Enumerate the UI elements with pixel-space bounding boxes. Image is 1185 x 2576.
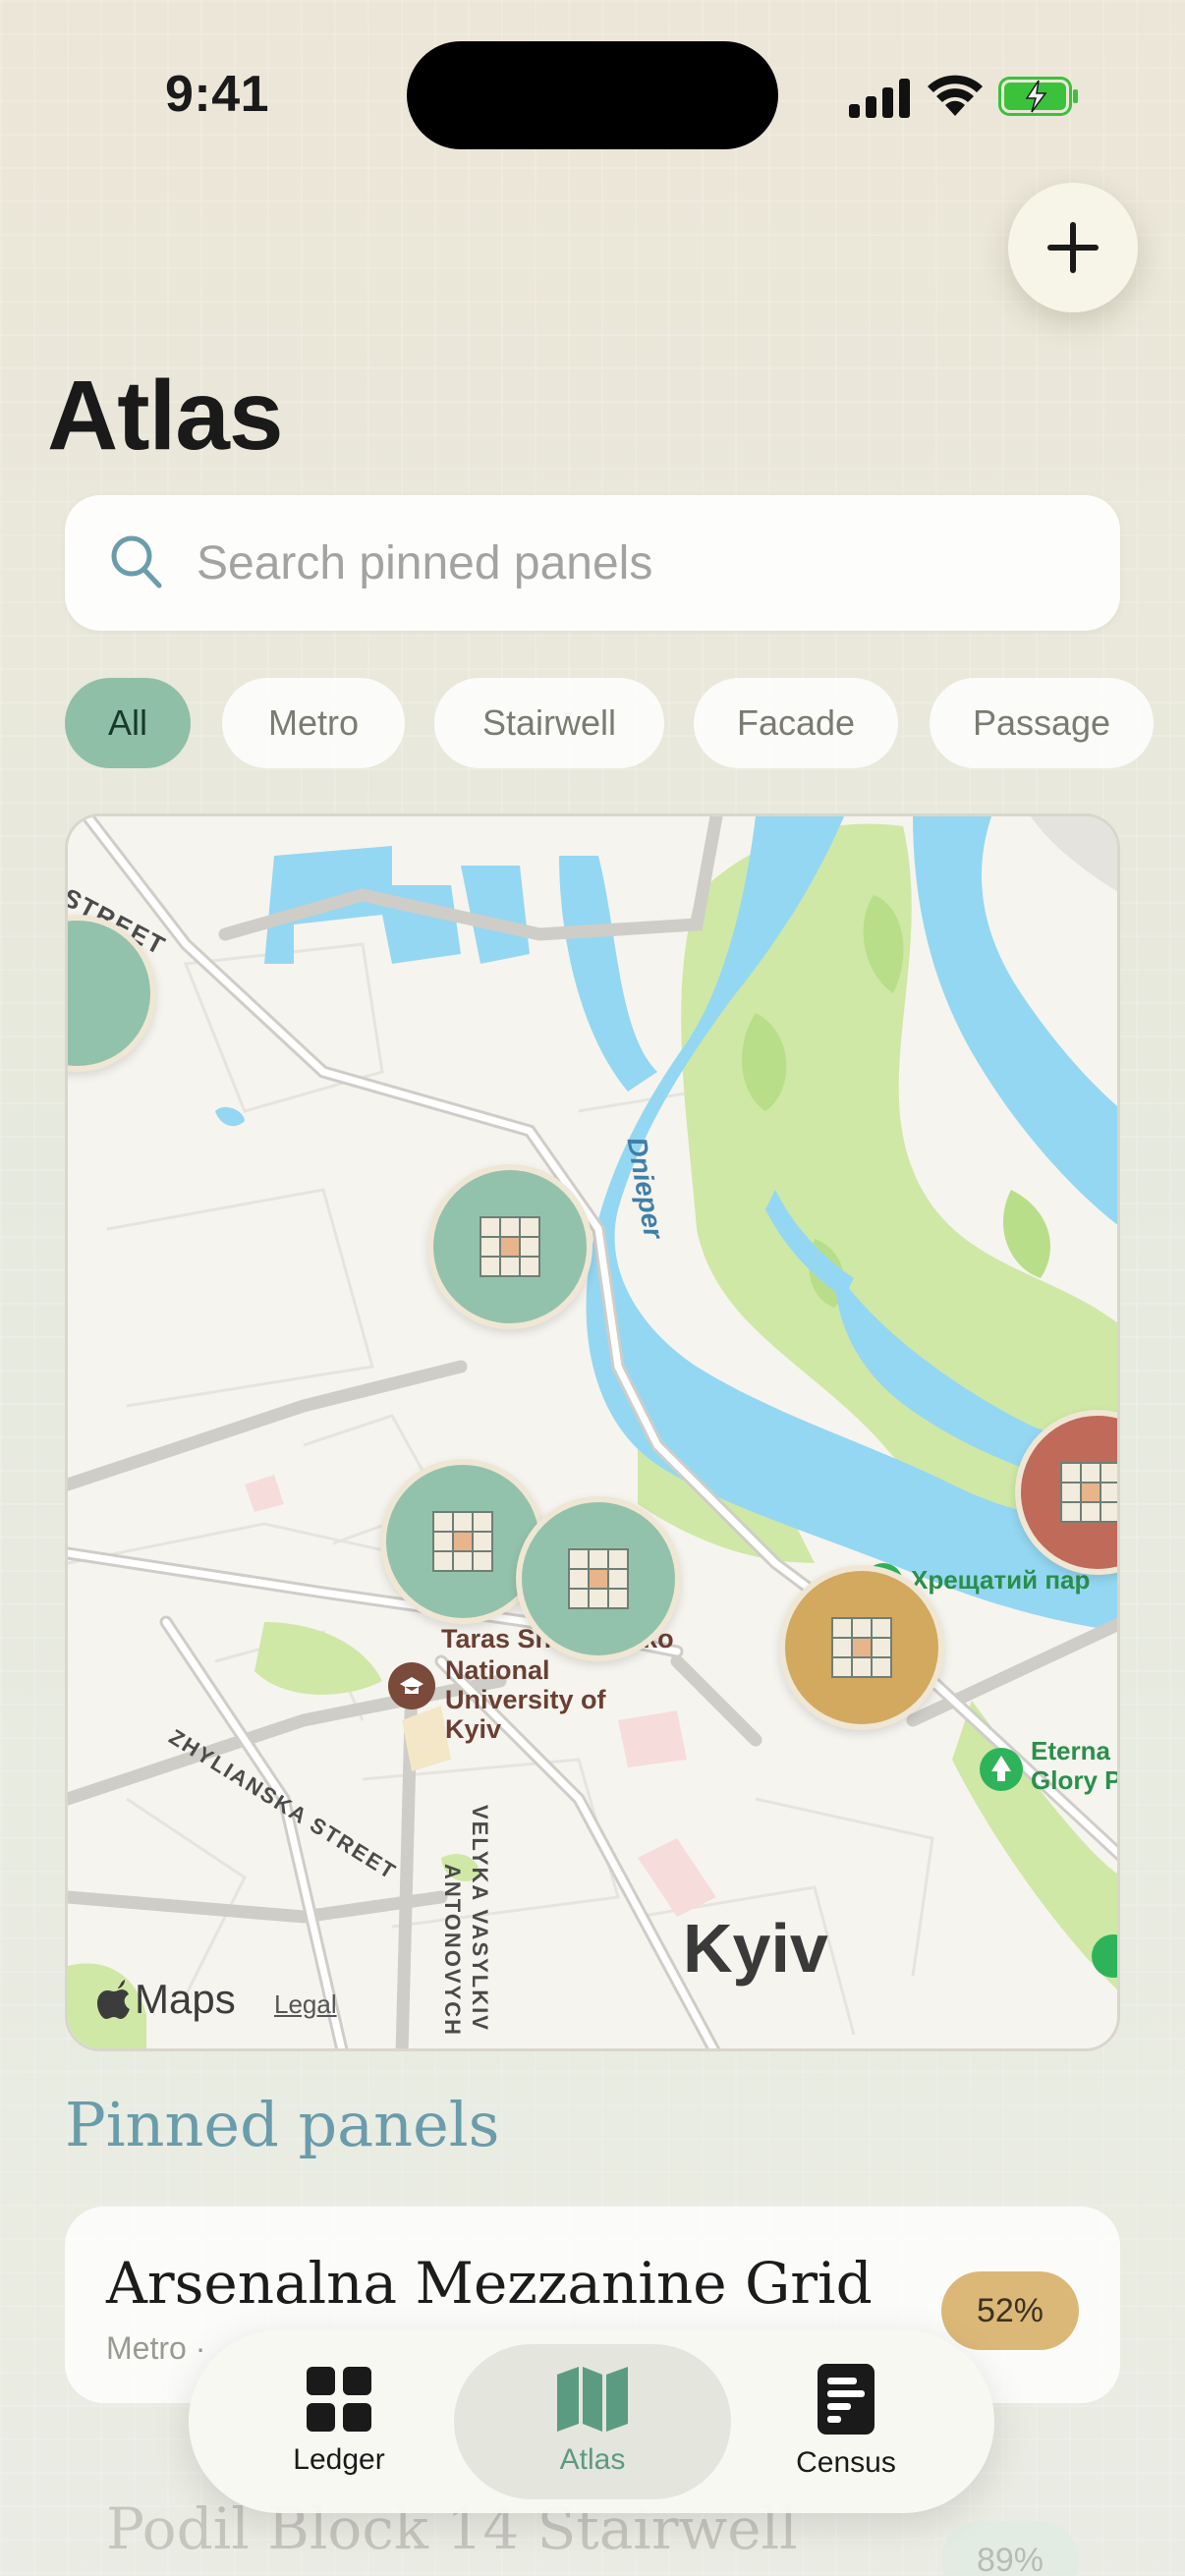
add-button[interactable] <box>1008 183 1138 312</box>
map-label-park: Хрещатий пар <box>911 1565 1091 1595</box>
panel-grid-icon <box>480 1216 540 1277</box>
filter-chip-stairwell[interactable]: Stairwell <box>434 678 664 768</box>
filter-chip-facade[interactable]: Facade <box>694 678 898 768</box>
filter-chip-metro[interactable]: Metro <box>222 678 405 768</box>
search-icon <box>111 535 162 588</box>
cellular-signal-icon <box>849 79 910 118</box>
pinned-panel-subtitle: Metro · <box>106 2330 206 2366</box>
map-label-university-4: Kyiv <box>445 1714 502 1744</box>
map-tiles <box>68 816 1117 2048</box>
dynamic-island <box>407 41 778 149</box>
filter-chip-all[interactable]: All <box>65 678 191 768</box>
page-title: Atlas <box>47 361 284 471</box>
pinned-panels-heading: Pinned panels <box>65 2089 500 2160</box>
tab-ledger[interactable]: Ledger <box>210 2344 468 2499</box>
map-pin[interactable] <box>427 1164 592 1329</box>
pinned-panel-name: Arsenalna Mezzanine Grid <box>106 2250 873 2317</box>
tab-atlas-label: Atlas <box>559 2443 626 2476</box>
tab-census[interactable]: Census <box>717 2344 975 2499</box>
plus-icon <box>1047 222 1099 273</box>
map-pin[interactable] <box>779 1565 944 1730</box>
wifi-icon <box>928 75 983 116</box>
progress-badge: 52% <box>941 2271 1079 2350</box>
map-label-university-3: University of <box>445 1685 606 1714</box>
maps-provider: Maps <box>135 1976 236 2022</box>
status-time: 9:41 <box>165 66 270 123</box>
tab-atlas[interactable]: Atlas <box>454 2344 731 2499</box>
apple-logo-icon <box>97 1980 130 2019</box>
search-input[interactable] <box>197 531 1081 595</box>
tab-ledger-label: Ledger <box>293 2443 385 2476</box>
panel-grid-icon <box>568 1548 629 1609</box>
map-label-university-2: National <box>445 1655 550 1685</box>
map-label-antonovych: ANTONOVYCH <box>440 1864 465 2038</box>
document-icon <box>818 2364 875 2435</box>
battery-charging-icon <box>998 77 1078 116</box>
map-label-velyka: VELYKA VASYLKIV <box>468 1805 492 2032</box>
panel-grid-icon <box>831 1617 892 1678</box>
filter-chip-passage[interactable]: Passage <box>930 678 1154 768</box>
tab-census-label: Census <box>796 2446 896 2479</box>
maps-attribution: Maps <box>97 1976 236 2023</box>
map-pin[interactable] <box>516 1496 681 1661</box>
map-label-eternal-2: Glory P <box>1031 1765 1120 1795</box>
panel-grid-icon <box>1060 1462 1117 1523</box>
legal-link[interactable]: Legal <box>274 1989 337 2020</box>
map-label-city: Kyiv <box>683 1910 828 1987</box>
map-view[interactable]: STREET Dnieper Taras Shevchenko National… <box>65 813 1120 2051</box>
progress-badge: 89% <box>941 2521 1079 2576</box>
panel-grid-icon <box>432 1511 493 1572</box>
map-icon <box>557 2367 628 2432</box>
grid-icon <box>307 2367 371 2432</box>
map-label-eternal-1: Eterna <box>1031 1736 1110 1765</box>
status-bar: 9:41 <box>0 0 1185 187</box>
